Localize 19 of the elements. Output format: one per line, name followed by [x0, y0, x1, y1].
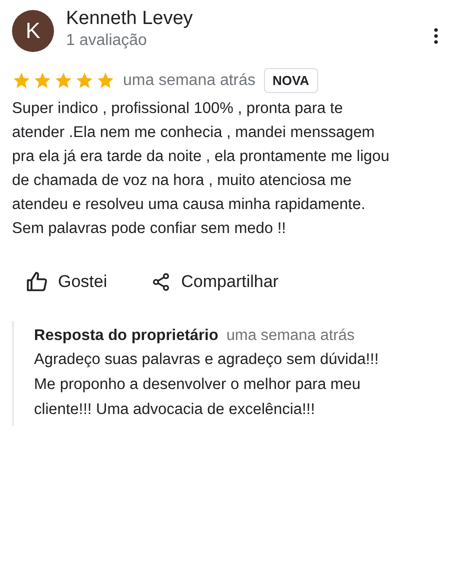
avatar: K [12, 10, 54, 52]
star-icon [54, 71, 73, 90]
review-time: uma semana atrás [123, 72, 256, 90]
more-options-icon[interactable] [434, 28, 438, 44]
reply-time: uma semana atrás [226, 327, 355, 345]
star-icon [33, 71, 52, 90]
review-count: 1 avaliação [66, 32, 148, 50]
share-button[interactable]: Compartilhar [151, 271, 278, 293]
star-icon [12, 71, 31, 90]
reviewer-name[interactable]: Kenneth Levey [66, 8, 422, 30]
star-icon [75, 71, 94, 90]
like-button[interactable]: Gostei [26, 271, 108, 293]
share-icon [151, 272, 172, 292]
review-text: Super indico , profissional 100% , pronta para te atender .Ela nem me conhecia , mandei menssagem pra ela já era tarde da noite , ela prontamente me ligou de chamada de voz na hora , muito atenciosa me atendeu e resolveu uma causa minha rapidamente. Sem palavras pode confiar sem medo !! [12, 99, 390, 239]
thumbs-up-icon [26, 271, 48, 293]
star-icon [96, 71, 115, 90]
reply-title: Resposta do proprietário [34, 327, 218, 345]
reply-text: Agradeço suas palavras e agradeço sem dúvida!!! Me proponho a desenvolver o melhor para meu cliente!!! Uma advocacia de excelência!!! [34, 350, 380, 420]
new-badge: NOVA [264, 68, 318, 93]
